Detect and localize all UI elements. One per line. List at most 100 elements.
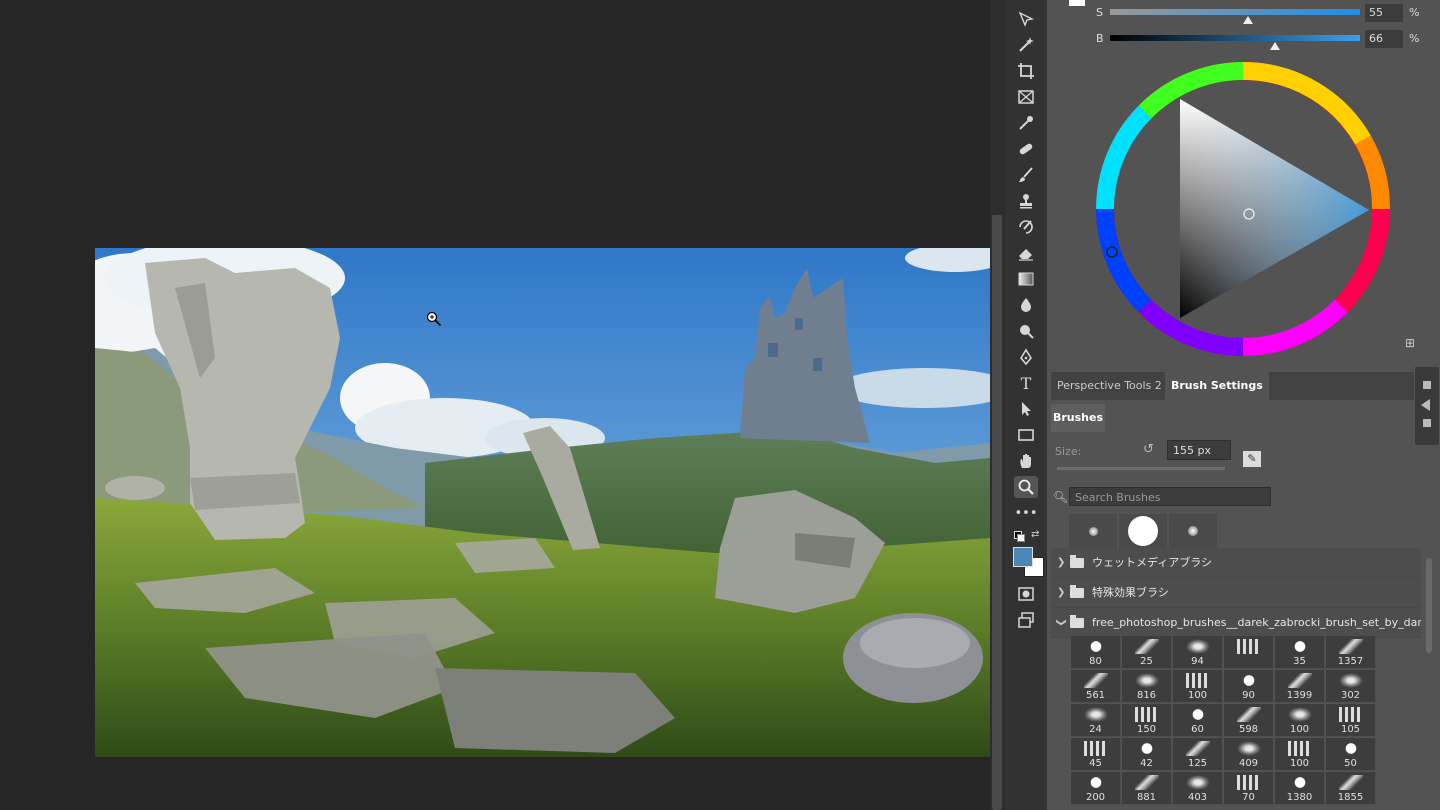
brush-preset[interactable]: 70 (1224, 772, 1274, 805)
recent-brush[interactable] (1119, 514, 1167, 548)
quick-mask-icon[interactable] (1014, 583, 1038, 605)
color-wheel[interactable] (1096, 62, 1390, 356)
type-icon[interactable]: T (1014, 372, 1038, 394)
document-canvas[interactable] (0, 0, 990, 810)
foreground-color-swatch[interactable] (1013, 547, 1033, 567)
brush-size-label: 881 (1136, 792, 1157, 803)
pen-icon[interactable] (1014, 346, 1038, 368)
brightness-thumb[interactable] (1270, 42, 1280, 50)
brush-preset[interactable]: 881 (1122, 772, 1172, 805)
panel-icon[interactable] (1423, 381, 1431, 389)
brush-preset[interactable]: 94 (1173, 636, 1223, 669)
hand-icon[interactable] (1014, 450, 1038, 472)
saturation-thumb[interactable] (1242, 16, 1253, 24)
add-panel-icon[interactable]: ⊞ (1405, 337, 1417, 349)
brush-size-label: 45 (1089, 758, 1102, 769)
dodge-icon[interactable] (1014, 320, 1038, 342)
scrollbar-thumb[interactable] (1426, 558, 1432, 653)
tab-brushes[interactable]: Brushes (1051, 404, 1105, 432)
brush-preset[interactable]: 1855 (1326, 772, 1376, 805)
brush-preset[interactable]: 561 (1071, 670, 1121, 703)
brush-preset[interactable]: 816 (1122, 670, 1172, 703)
saturation-value-input[interactable]: 55 (1365, 4, 1403, 22)
frame-icon[interactable] (1014, 86, 1038, 108)
brush-preset[interactable]: 100 (1275, 738, 1325, 771)
brush-preset[interactable]: 403 (1173, 772, 1223, 805)
brightness-value-input[interactable]: 66 (1365, 30, 1403, 48)
canvas-vertical-scrollbar[interactable] (990, 0, 1004, 810)
recent-brush[interactable] (1069, 514, 1117, 548)
reset-size-icon[interactable]: ↺ (1143, 442, 1154, 457)
brightness-track[interactable] (1110, 35, 1360, 41)
brush-preset[interactable]: 150 (1122, 704, 1172, 737)
brush-size-slider[interactable] (1057, 467, 1225, 470)
magic-wand-icon[interactable] (1014, 34, 1038, 56)
eyedropper-icon[interactable] (1014, 112, 1038, 134)
brush-preset[interactable]: 50 (1326, 738, 1376, 771)
swap-colors-icon[interactable]: ⇄ (1031, 529, 1039, 540)
brush-size-label: 70 (1242, 792, 1255, 803)
brush-size-input[interactable]: 155 px (1167, 440, 1231, 460)
brush-group-darek-zabrocki[interactable]: ❯ free_photoshop_brushes__darek_zabrocki… (1051, 608, 1421, 638)
brush-icon[interactable] (1014, 164, 1038, 186)
new-brush-preset-icon[interactable]: ✎ (1243, 451, 1261, 467)
artwork-image[interactable] (95, 248, 990, 757)
brush-tip-icon (1288, 673, 1312, 688)
clone-stamp-icon[interactable] (1014, 190, 1038, 212)
crop-icon[interactable] (1014, 60, 1038, 82)
move-icon[interactable] (1014, 8, 1038, 30)
brush-preset[interactable]: 302 (1326, 670, 1376, 703)
brush-preset[interactable]: 1357 (1326, 636, 1376, 669)
collapsed-panels-strip[interactable] (1414, 366, 1440, 446)
brush-preset[interactable] (1224, 636, 1274, 669)
tab-brush-settings[interactable]: Brush Settings (1165, 372, 1269, 400)
brush-tip-icon (1084, 707, 1108, 722)
brightness-slider[interactable]: B 66 % (1047, 30, 1440, 50)
brush-preset[interactable]: 35 (1275, 636, 1325, 669)
brush-preset[interactable]: 105 (1326, 704, 1376, 737)
scrollbar-thumb[interactable] (992, 215, 1002, 810)
brush-tip-icon (1237, 673, 1261, 688)
brush-preset[interactable]: 80 (1071, 636, 1121, 669)
brush-preset[interactable]: 24 (1071, 704, 1121, 737)
zoom-icon[interactable] (1014, 476, 1038, 498)
brush-preset[interactable]: 25 (1122, 636, 1172, 669)
chevron-right-icon[interactable]: ❯ (1057, 578, 1065, 607)
path-selection-icon[interactable] (1014, 398, 1038, 420)
brush-preset[interactable]: 1380 (1275, 772, 1325, 805)
brush-preset[interactable]: 100 (1173, 670, 1223, 703)
gradient-icon[interactable] (1014, 268, 1038, 290)
saturation-slider[interactable]: S 55 % (1047, 4, 1440, 24)
default-colors-icon[interactable] (1014, 531, 1025, 542)
brush-preset[interactable]: 90 (1224, 670, 1274, 703)
brushes-scrollbar[interactable] (1425, 548, 1433, 668)
blur-icon[interactable] (1014, 294, 1038, 316)
healing-brush-icon[interactable] (1014, 138, 1038, 160)
history-brush-icon[interactable] (1014, 216, 1038, 238)
brush-preset[interactable]: 42 (1122, 738, 1172, 771)
brush-preset[interactable]: 45 (1071, 738, 1121, 771)
panel-icon[interactable] (1423, 419, 1431, 427)
screen-mode-icon[interactable] (1014, 609, 1038, 631)
brush-size-label: 35 (1293, 656, 1306, 667)
brush-group-special-effects[interactable]: ❯ 特殊効果ブラシ (1051, 578, 1421, 608)
brush-preset[interactable]: 125 (1173, 738, 1223, 771)
brush-preset[interactable]: 409 (1224, 738, 1274, 771)
brush-preset[interactable]: 100 (1275, 704, 1325, 737)
rectangle-icon[interactable] (1014, 424, 1038, 446)
brush-group-wet-media[interactable]: ❯ ウェットメディアブラシ (1051, 548, 1421, 578)
expand-panels-icon[interactable] (1421, 399, 1430, 411)
eraser-icon[interactable] (1014, 242, 1038, 264)
brush-preset[interactable]: 598 (1224, 704, 1274, 737)
brush-preset[interactable]: 60 (1173, 704, 1223, 737)
chevron-right-icon[interactable]: ❯ (1057, 548, 1065, 577)
brush-preset[interactable]: 200 (1071, 772, 1121, 805)
brush-tip-icon (1084, 673, 1108, 688)
search-brushes-input[interactable]: Search Brushes (1069, 487, 1271, 506)
brush-preset[interactable]: 1399 (1275, 670, 1325, 703)
more-tools-icon[interactable]: ••• (1014, 502, 1038, 524)
tab-perspective-tools[interactable]: Perspective Tools 2 (1051, 372, 1168, 400)
recent-brush[interactable] (1169, 514, 1217, 548)
brush-size-label: 24 (1089, 724, 1102, 735)
saturation-track[interactable] (1110, 9, 1360, 15)
